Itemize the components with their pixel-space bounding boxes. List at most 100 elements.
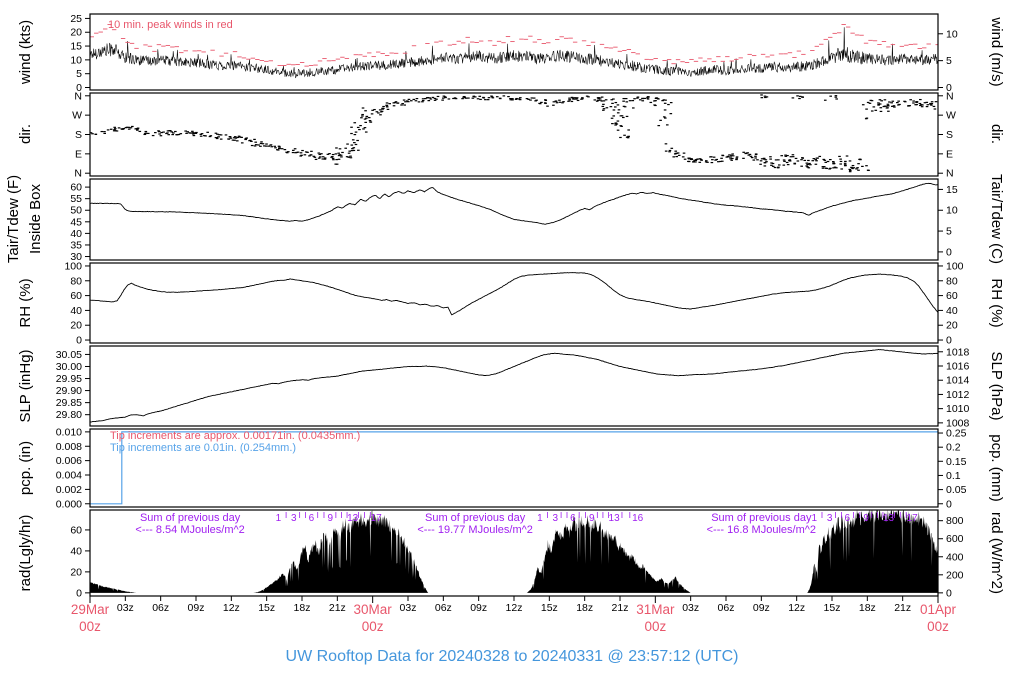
- svg-text:20: 20: [70, 566, 82, 578]
- tip-increment-note-red: Tip increments are approx. 0.00171in. (0…: [110, 430, 360, 442]
- svg-text:200: 200: [946, 569, 964, 581]
- svg-text:1014: 1014: [946, 375, 970, 387]
- svg-text:9: 9: [863, 513, 869, 524]
- svg-text:17: 17: [907, 513, 919, 524]
- svg-text:N: N: [74, 168, 82, 180]
- svg-text:0: 0: [946, 498, 952, 510]
- svg-text:00z: 00z: [362, 619, 384, 634]
- svg-text:3: 3: [827, 513, 833, 524]
- svg-text:35: 35: [70, 239, 82, 251]
- svg-text:40: 40: [946, 305, 958, 317]
- svg-text:S: S: [946, 129, 953, 141]
- uw-rooftop-weather-chart: 0 5 10 15 20 25 0 5 10 N E S W N N E S W N 30 35 40 45 50 55 60 0 5…: [0, 0, 1024, 700]
- svg-text:40: 40: [70, 305, 82, 317]
- slp-left-axis-label: SLP (inHg): [17, 349, 34, 422]
- svg-text:0: 0: [946, 246, 952, 258]
- svg-text:60: 60: [70, 182, 82, 194]
- svg-text:1: 1: [537, 513, 543, 524]
- svg-text:400: 400: [946, 551, 964, 563]
- svg-text:12z: 12z: [223, 602, 240, 614]
- svg-text:15z: 15z: [824, 602, 841, 614]
- svg-text:16: 16: [632, 513, 644, 524]
- svg-text:800: 800: [946, 515, 964, 527]
- svg-text:0.010: 0.010: [56, 426, 82, 438]
- svg-text:0.006: 0.006: [56, 455, 82, 467]
- rh-panel: [90, 272, 938, 316]
- svg-text:03z: 03z: [117, 602, 134, 614]
- svg-text:29.85: 29.85: [56, 397, 82, 409]
- svg-text:01Apr: 01Apr: [920, 602, 957, 617]
- svg-text:0.05: 0.05: [946, 484, 967, 496]
- svg-text:15z: 15z: [258, 602, 275, 614]
- svg-text:1016: 1016: [946, 361, 970, 373]
- svg-text:29Mar: 29Mar: [71, 602, 110, 617]
- svg-text:06z: 06z: [718, 602, 735, 614]
- svg-text:03z: 03z: [400, 602, 417, 614]
- svg-text:3: 3: [552, 513, 558, 524]
- svg-text:0.004: 0.004: [56, 470, 82, 482]
- svg-text:45: 45: [70, 216, 82, 228]
- svg-text:10: 10: [946, 205, 958, 217]
- svg-text:6: 6: [570, 513, 576, 524]
- svg-text:30.05: 30.05: [56, 349, 82, 361]
- svg-text:80: 80: [946, 275, 958, 287]
- svg-text:15: 15: [70, 41, 82, 53]
- svg-text:1: 1: [276, 513, 282, 524]
- svg-text:17: 17: [371, 513, 383, 524]
- svg-text:6: 6: [309, 513, 315, 524]
- svg-text:18z: 18z: [294, 602, 311, 614]
- svg-text:30.00: 30.00: [56, 361, 82, 373]
- svg-text:12z: 12z: [506, 602, 523, 614]
- svg-text:31Mar: 31Mar: [636, 602, 675, 617]
- svg-text:1018: 1018: [946, 346, 970, 358]
- svg-text:00z: 00z: [644, 619, 666, 634]
- svg-text:60: 60: [70, 524, 82, 536]
- svg-text:21z: 21z: [329, 602, 346, 614]
- svg-text:0: 0: [76, 335, 82, 347]
- svg-text:1012: 1012: [946, 389, 970, 401]
- slp-right-axis-label: SLP (hPa): [988, 352, 1005, 421]
- svg-text:25: 25: [70, 13, 82, 25]
- svg-text:5: 5: [76, 68, 82, 80]
- svg-text:09z: 09z: [753, 602, 770, 614]
- svg-text:20: 20: [70, 320, 82, 332]
- svg-text:18z: 18z: [859, 602, 876, 614]
- svg-text:Sum of previous day: Sum of previous day: [425, 512, 526, 524]
- svg-text:0.002: 0.002: [56, 484, 82, 496]
- svg-text:09z: 09z: [470, 602, 487, 614]
- svg-text:06z: 06z: [152, 602, 169, 614]
- svg-text:20: 20: [946, 320, 958, 332]
- svg-text:E: E: [946, 148, 953, 160]
- svg-text:29.90: 29.90: [56, 385, 82, 397]
- svg-text:03z: 03z: [682, 602, 699, 614]
- svg-text:0: 0: [946, 587, 952, 599]
- svg-text:0.25: 0.25: [946, 428, 967, 440]
- svg-text:N: N: [946, 90, 954, 102]
- temp-panel: [90, 182, 938, 225]
- svg-text:5: 5: [946, 55, 952, 67]
- svg-text:13: 13: [609, 513, 621, 524]
- rh-left-axis-label: RH (%): [17, 278, 34, 327]
- svg-text:06z: 06z: [435, 602, 452, 614]
- generated-plot-layers: 05101520250510NESWNNESWN3035404550556005…: [56, 13, 970, 634]
- rad-left-axis-label: rad(Lgly/hr): [17, 515, 34, 592]
- svg-text:55: 55: [70, 193, 82, 205]
- rh-right-axis-label: RH (%): [988, 278, 1005, 327]
- svg-text:10: 10: [70, 54, 82, 66]
- svg-text:40: 40: [70, 545, 82, 557]
- svg-text:13: 13: [883, 513, 895, 524]
- temp-left-axis-label-line2: Inside Box: [27, 183, 44, 254]
- svg-text:30Mar: 30Mar: [354, 602, 393, 617]
- dir-left-axis-label: dir.: [17, 124, 34, 144]
- svg-text:9: 9: [589, 513, 595, 524]
- svg-text:Sum of previous day: Sum of previous day: [711, 512, 812, 524]
- svg-text:600: 600: [946, 533, 964, 545]
- svg-text:09z: 09z: [188, 602, 205, 614]
- svg-text:0.2: 0.2: [946, 442, 961, 454]
- svg-text:5: 5: [946, 226, 952, 238]
- svg-text:15z: 15z: [541, 602, 558, 614]
- svg-text:100: 100: [946, 260, 964, 272]
- temp-right-axis-label: Tair/Tdew (C): [988, 174, 1005, 264]
- rad-right-axis-label: rad (W/m^2): [988, 512, 1005, 594]
- svg-text:1010: 1010: [946, 403, 970, 415]
